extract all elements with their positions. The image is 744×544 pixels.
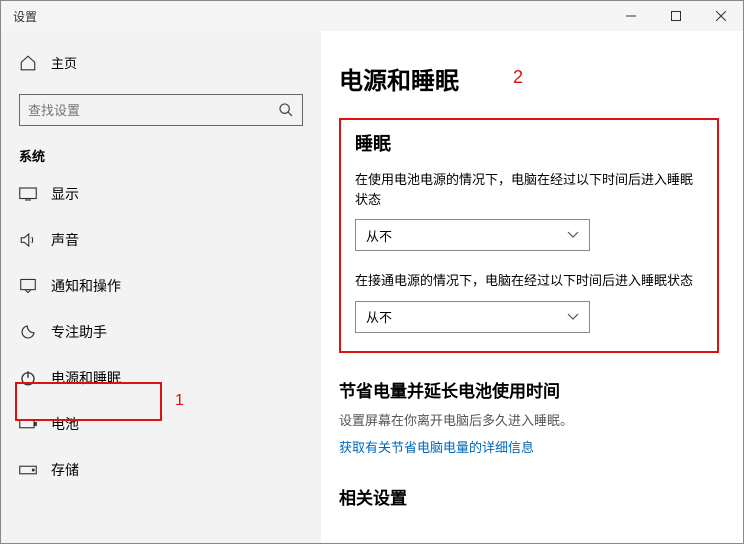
window-body: 主页 系统 显示 声音: [1, 31, 743, 543]
save-heading: 节省电量并延长电池使用时间: [339, 377, 719, 402]
sleep-section-highlight: 睡眠 在使用电池电源的情况下，电脑在经过以下时间后进入睡眠状态 从不 在接通电源…: [339, 118, 719, 353]
sidebar-item-display[interactable]: 显示: [1, 171, 321, 217]
search-input[interactable]: [28, 103, 278, 118]
save-link[interactable]: 获取有关节省电脑电量的详细信息: [339, 437, 719, 456]
sidebar-item-label: 专注助手: [51, 322, 107, 342]
close-button[interactable]: [698, 1, 743, 31]
annotation-2: 2: [513, 67, 523, 88]
chevron-down-icon: [567, 313, 579, 321]
battery-icon: [19, 415, 37, 433]
search-icon: [278, 102, 294, 118]
sidebar-item-label: 声音: [51, 230, 79, 250]
sleep-battery-label: 在使用电池电源的情况下，电脑在经过以下时间后进入睡眠状态: [355, 170, 703, 209]
window-title: 设置: [1, 8, 608, 25]
home-row[interactable]: 主页: [1, 43, 321, 82]
sleep-plugged-select[interactable]: 从不: [355, 301, 590, 333]
sidebar-item-sound[interactable]: 声音: [1, 217, 321, 263]
sidebar-item-label: 显示: [51, 184, 79, 204]
notification-icon: [19, 277, 37, 295]
sidebar-item-battery[interactable]: 电池: [1, 401, 321, 447]
related-heading: 相关设置: [339, 484, 719, 509]
sleep-battery-select[interactable]: 从不: [355, 219, 590, 251]
display-icon: [19, 185, 37, 203]
home-icon: [19, 54, 37, 72]
home-label: 主页: [51, 53, 77, 72]
titlebar: 设置: [1, 1, 743, 31]
sidebar-item-label: 电池: [51, 414, 79, 434]
maximize-button[interactable]: [653, 1, 698, 31]
sidebar-item-label: 通知和操作: [51, 276, 121, 296]
sleep-plugged-value: 从不: [366, 307, 392, 326]
sidebar-group-title: 系统: [1, 136, 321, 171]
focus-icon: [19, 323, 37, 341]
search-box[interactable]: [19, 94, 303, 126]
sleep-heading: 睡眠: [355, 130, 703, 156]
page-title: 电源和睡眠: [339, 61, 719, 96]
sleep-battery-value: 从不: [366, 226, 392, 245]
sidebar-nav: 显示 声音 通知和操作 专注助手 电源和睡眠: [1, 171, 321, 493]
sidebar-item-focus[interactable]: 专注助手: [1, 309, 321, 355]
sidebar-item-label: 存储: [51, 460, 79, 480]
sidebar-item-notifications[interactable]: 通知和操作: [1, 263, 321, 309]
sidebar: 主页 系统 显示 声音: [1, 31, 321, 543]
sidebar-item-label: 电源和睡眠: [51, 368, 121, 388]
chevron-down-icon: [567, 231, 579, 239]
sound-icon: [19, 231, 37, 249]
sidebar-item-storage[interactable]: 存储: [1, 447, 321, 493]
window-controls: [608, 1, 743, 31]
annotation-1: 1: [175, 392, 184, 410]
power-icon: [19, 369, 37, 387]
storage-icon: [19, 461, 37, 479]
sidebar-item-power[interactable]: 电源和睡眠: [1, 355, 321, 401]
search-wrap: [1, 82, 321, 136]
settings-window: 设置 主页: [0, 0, 744, 544]
minimize-button[interactable]: [608, 1, 653, 31]
sleep-plugged-label: 在接通电源的情况下，电脑在经过以下时间后进入睡眠状态: [355, 271, 703, 291]
content: 电源和睡眠 2 睡眠 在使用电池电源的情况下，电脑在经过以下时间后进入睡眠状态 …: [321, 31, 743, 543]
save-desc: 设置屏幕在你离开电脑后多久进入睡眠。: [339, 410, 719, 429]
